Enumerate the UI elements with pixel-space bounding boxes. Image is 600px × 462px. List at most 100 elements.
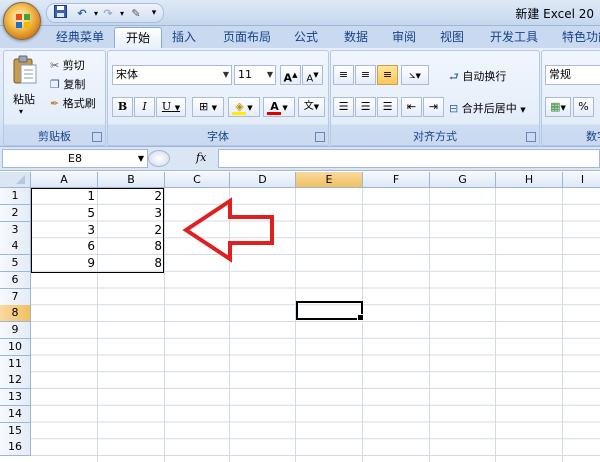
cell-b2[interactable]: 3 xyxy=(98,205,165,222)
number-format-select[interactable]: 常规 xyxy=(545,65,600,85)
column-header-f[interactable]: F xyxy=(363,172,430,188)
name-box[interactable]: E8 ▼ xyxy=(2,149,148,168)
row-header-8[interactable]: 8 xyxy=(0,305,31,323)
cell-a4[interactable]: 6 xyxy=(31,238,98,255)
decrease-indent-icon[interactable]: ⇤ xyxy=(401,97,422,117)
chevron-down-icon: ▼ xyxy=(137,154,144,163)
row-header-2[interactable]: 2 xyxy=(0,204,31,222)
cell-b5[interactable]: 8 xyxy=(98,255,165,272)
alignment-launcher-icon[interactable] xyxy=(526,132,536,142)
column-header-e[interactable]: E xyxy=(296,172,363,188)
align-bottom-icon[interactable]: ≡ xyxy=(377,65,398,85)
tab-classic-menu[interactable]: 经典菜单 xyxy=(50,27,110,48)
row-header-12[interactable]: 12 xyxy=(0,372,31,390)
row-header-9[interactable]: 9 xyxy=(0,322,31,339)
percent-button[interactable]: % xyxy=(573,97,594,117)
font-launcher-icon[interactable] xyxy=(315,132,325,142)
column-header-b[interactable]: B xyxy=(98,172,165,188)
underline-button[interactable]: U ▼ xyxy=(156,97,186,117)
align-center-icon[interactable]: ☰ xyxy=(355,97,376,117)
row-header-1[interactable]: 1 xyxy=(0,188,31,205)
select-all-corner[interactable] xyxy=(0,172,31,188)
ribbon: 粘贴 ▾ ✂ 剪切 ❐ 复制 ✒ 格式刷 剪贴板 宋体 ▼ 11 ▼ A▲ A▼ B… xyxy=(0,48,600,147)
font-color-button[interactable]: A ▼ xyxy=(263,97,295,117)
tab-review[interactable]: 审阅 xyxy=(384,27,424,48)
active-cell-cursor[interactable] xyxy=(296,301,364,321)
copy-button[interactable]: ❐ 复制 xyxy=(50,76,85,92)
column-header-d[interactable]: D xyxy=(230,172,296,188)
cell-a2[interactable]: 5 xyxy=(31,205,98,222)
row-header-4[interactable]: 4 xyxy=(0,238,31,256)
cell-a3[interactable]: 3 xyxy=(31,222,98,239)
cell-b1[interactable]: 2 xyxy=(98,188,165,205)
cell-b4[interactable]: 8 xyxy=(98,238,165,255)
borders-button[interactable]: ⊞ ▼ xyxy=(192,97,224,117)
phonetic-button[interactable]: 文▼ xyxy=(298,97,325,117)
column-header-a[interactable]: A xyxy=(31,172,98,188)
shrink-font-button[interactable]: A▼ xyxy=(302,65,323,85)
tab-page-layout[interactable]: 页面布局 xyxy=(216,27,278,48)
accounting-format-button[interactable]: ▦▼ xyxy=(545,97,571,117)
orientation-button[interactable]: ⦣▼ xyxy=(401,65,429,85)
grow-font-button[interactable]: A▲ xyxy=(280,65,301,85)
formula-input[interactable] xyxy=(218,149,600,168)
paste-button[interactable]: 粘贴 xyxy=(13,91,35,107)
window-title: 新建 Excel 20 xyxy=(515,7,594,21)
tab-formulas[interactable]: 公式 xyxy=(286,27,326,48)
column-header-g[interactable]: G xyxy=(430,172,496,188)
tab-special-features[interactable]: 特色功能 xyxy=(556,27,600,48)
font-name-select[interactable]: 宋体 ▼ xyxy=(112,65,232,85)
worksheet-grid[interactable]: ABCDEFGHI 1 2 3 4 5 6 7 8 9 10 11 12 13 14 15 16 125332… xyxy=(0,172,600,462)
column-header-h[interactable]: H xyxy=(496,172,563,188)
wrap-text-icon: ⮐ xyxy=(449,70,459,83)
column-header-c[interactable]: C xyxy=(165,172,230,188)
wrap-text-button[interactable]: ⮐ 自动换行 xyxy=(449,68,506,87)
italic-button[interactable]: I xyxy=(134,97,155,117)
merge-center-button[interactable]: ⊟ 合并后居中 ▼ xyxy=(449,100,526,116)
fill-handle[interactable] xyxy=(357,314,364,321)
row-header-6[interactable]: 6 xyxy=(0,271,31,289)
tab-developer[interactable]: 开发工具 xyxy=(484,27,544,48)
row-header-16[interactable]: 16 xyxy=(0,439,31,457)
row-header-10[interactable]: 10 xyxy=(0,338,31,356)
font-size-select[interactable]: 11 ▼ xyxy=(234,65,276,85)
row-header-14[interactable]: 14 xyxy=(0,405,31,423)
align-left-icon[interactable]: ☰ xyxy=(333,97,354,117)
fx-icon[interactable]: fx xyxy=(196,151,206,164)
tab-data[interactable]: 数据 xyxy=(336,27,376,48)
row-header-5[interactable]: 5 xyxy=(0,255,31,272)
font-group: 宋体 ▼ 11 ▼ A▲ A▼ B I U ▼ ⊞ ▼ ◈ ▼ A ▼ 文▼ 字体 xyxy=(107,50,329,146)
tools-icon[interactable]: ✎ xyxy=(127,5,145,22)
increase-indent-icon[interactable]: ⇥ xyxy=(423,97,444,117)
format-painter-button[interactable]: ✒ 格式刷 xyxy=(50,95,96,111)
row-header-13[interactable]: 13 xyxy=(0,389,31,406)
tab-view[interactable]: 视图 xyxy=(432,27,472,48)
tab-home[interactable]: 开始 xyxy=(114,27,162,49)
chevron-down-icon[interactable]: ▾ xyxy=(145,5,163,22)
clipboard-group: 粘贴 ▾ ✂ 剪切 ❐ 复制 ✒ 格式刷 剪贴板 xyxy=(3,50,106,146)
chevron-down-icon: ▼ xyxy=(247,104,253,112)
cell-b3[interactable]: 2 xyxy=(98,222,165,239)
row-header-3[interactable]: 3 xyxy=(0,221,31,239)
align-middle-icon[interactable]: ≡ xyxy=(355,65,376,85)
save-icon[interactable] xyxy=(51,5,69,22)
column-header-i[interactable]: I xyxy=(563,172,600,188)
tab-insert[interactable]: 插入 xyxy=(164,27,204,48)
cut-button[interactable]: ✂ 剪切 xyxy=(50,57,85,73)
bold-button[interactable]: B xyxy=(112,97,133,117)
number-group-label: 数字 xyxy=(586,130,600,143)
cell-a5[interactable]: 9 xyxy=(31,255,98,272)
paste-icon[interactable] xyxy=(12,55,38,85)
align-top-icon[interactable]: ≡ xyxy=(333,65,354,85)
formula-bar-toggle-icon[interactable] xyxy=(148,150,170,167)
row-header-15[interactable]: 15 xyxy=(0,422,31,440)
office-button[interactable] xyxy=(3,2,41,40)
cell-a1[interactable]: 1 xyxy=(31,188,98,205)
fill-color-button[interactable]: ◈ ▼ xyxy=(228,97,260,117)
clipboard-launcher-icon[interactable] xyxy=(92,132,102,142)
paste-dropdown-icon[interactable]: ▾ xyxy=(19,107,23,116)
row-header-11[interactable]: 11 xyxy=(0,355,31,373)
row-header-7[interactable]: 7 xyxy=(0,288,31,306)
font-group-label: 字体 xyxy=(207,130,229,143)
align-right-icon[interactable]: ☰ xyxy=(377,97,398,117)
